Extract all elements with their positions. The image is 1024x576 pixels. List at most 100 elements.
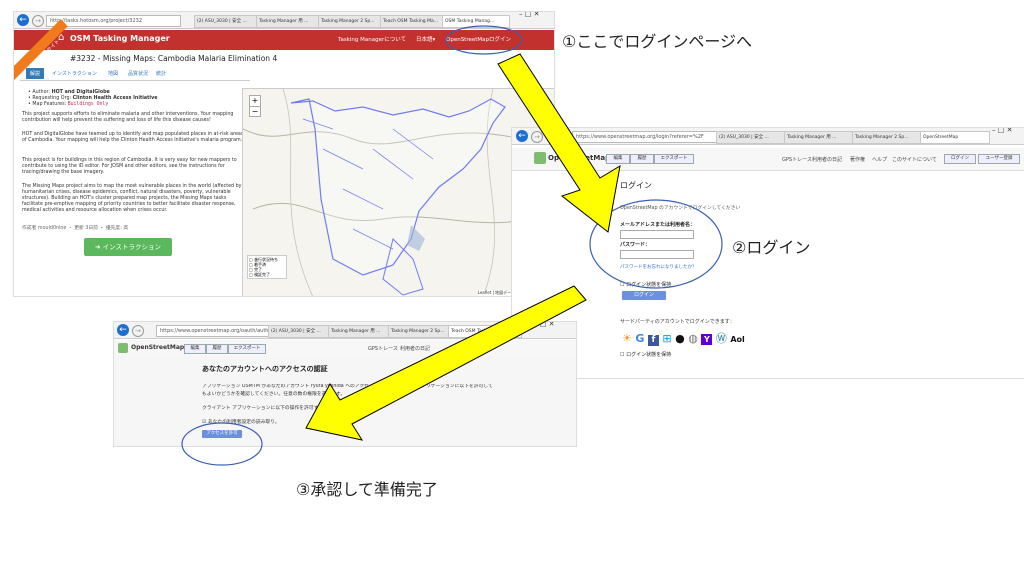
project-meta: • Author: HOT and DigitalGlobe • Request… (28, 90, 157, 108)
header-link[interactable]: このサイトについて (892, 156, 937, 163)
osm-login-link[interactable]: OpenStreetMapログイン (446, 35, 511, 43)
osm-header: OpenStreetMap 編集 履歴 エクスポート GPSトレース 利用者の日… (114, 340, 576, 357)
zoom-control: + − (249, 95, 261, 117)
tab-description[interactable]: 解説 (26, 68, 45, 79)
browser-tab[interactable]: (2) ASU_3030 | 安全 ... (194, 15, 258, 28)
osm-logo-text[interactable]: OpenStreetMap (131, 344, 184, 351)
browser-tab[interactable]: Tasking Manager 2 Sp... (318, 15, 382, 28)
project-footer-meta: 作成者 mould0nine ・ 更新 3日前 ・ 優先度: 高 (22, 226, 129, 231)
osm-logo-text[interactable]: OpenStreetMap (548, 154, 610, 162)
back-arrow-icon[interactable]: ← (17, 14, 29, 26)
nav-export[interactable]: エクスポート (228, 344, 266, 354)
windows-live-icon[interactable]: ⊞ (662, 332, 671, 345)
description-paragraph: This project supports efforts to elimina… (22, 112, 234, 123)
header-login-button[interactable]: ログイン (944, 154, 976, 164)
map-legend: ▢ 進行状況待ち ▢ 着手済 ▢ 完了 ▢ 検証完了 (247, 255, 287, 279)
browser-tab[interactable]: Tasking Manager 用 ... (328, 325, 390, 338)
nav-edit[interactable]: 編集 (184, 344, 206, 354)
back-arrow-icon[interactable]: ← (117, 324, 129, 336)
github-icon[interactable]: ● (675, 332, 685, 345)
zoom-in-icon[interactable]: + (250, 96, 260, 106)
yahoo-icon[interactable]: Y (701, 334, 713, 345)
browser-tab[interactable]: (2) ASU_3030 | 安全 ... (268, 325, 330, 338)
browser-tab-active[interactable]: OpenStreetMap (920, 131, 990, 144)
address-bar[interactable]: https://www.openstreetmap.org/login?refe… (572, 131, 717, 143)
browser-tab[interactable]: Tasking Manager 用 ... (784, 131, 854, 144)
browser-tab-active[interactable]: OSM Tasking Manag... (442, 15, 510, 28)
facebook-icon[interactable]: f (647, 335, 659, 346)
oauth-permissions-heading: クライアント アプリケーションに以下の操作を許可する： (202, 406, 328, 411)
back-arrow-icon[interactable]: ← (516, 130, 528, 142)
legend-item: ▢ 検証完了 (249, 272, 271, 277)
wikipedia-icon[interactable]: ◍ (688, 332, 698, 345)
tab-instructions[interactable]: インストラクション (52, 70, 97, 77)
grant-access-button[interactable]: アクセスを許可 (202, 430, 242, 438)
browser-tab[interactable]: Teach OSM Tasking Ma... (380, 15, 444, 28)
permission-checkbox[interactable]: ☑ あなたの利用者設定の読み取り。 (202, 418, 280, 425)
wordpress-icon[interactable]: Ⓦ (716, 332, 727, 345)
step2-caption: ②ログイン (732, 238, 811, 257)
instruction-button[interactable]: ➜ インストラクション (84, 238, 172, 256)
login-title: ログイン (620, 181, 652, 190)
browser-tab[interactable]: Tasking Manager 用 ... (256, 15, 320, 28)
oauth-description: もよいかどうかを確認してください。任意の数の権限を選べます。 (202, 392, 346, 397)
nav-history[interactable]: 履歴 (206, 344, 228, 354)
header-link[interactable]: 利用者の日記 (812, 156, 842, 163)
tab-map[interactable]: 地図 (108, 70, 118, 77)
description-paragraph: The Missing Maps project aims to map the… (22, 184, 242, 213)
window-controls-icon[interactable]: – □ ✕ (534, 322, 554, 328)
google-icon[interactable]: G (635, 332, 644, 345)
instruction-button-label: インストラクション (102, 243, 161, 251)
language-select[interactable]: 日本語▾ (416, 35, 435, 43)
email-label: メールアドレスまたは利用者名： (620, 222, 696, 228)
login-subtitle: OpenStreetMap のアカウントでログインしてください (620, 206, 741, 211)
project-tabs: 解説 インストラクション 地図 品質状況 統計 (20, 68, 250, 81)
nav-history[interactable]: 履歴 (630, 154, 654, 164)
step3-caption: ③承認して準備完了 (296, 480, 438, 499)
header-link[interactable]: GPSトレース (782, 156, 812, 163)
remember-me-checkbox-2[interactable]: ☐ ログイン状態を保持 (620, 351, 671, 358)
address-bar[interactable]: https://www.openstreetmap.org/oauth/auth… (156, 325, 269, 337)
tasking-manager-screenshot: ← → http://tasks.hotosm.org/project/3232… (14, 12, 554, 296)
password-field[interactable] (620, 250, 694, 259)
arrow-right-icon: ➜ (95, 243, 101, 251)
oauth-title: あなたのアカウントへのアクセスの認証 (202, 365, 328, 373)
window-controls-icon[interactable]: – □ ✕ (519, 12, 539, 18)
header-signup-button[interactable]: ユーザー登録 (978, 154, 1020, 164)
header-link[interactable]: ヘルプ (872, 156, 887, 163)
forgot-password-link[interactable]: パスワードをお忘れになりましたか？ (620, 264, 697, 270)
tm-header: ⌂ OSM Tasking Manager Tasking Managerについ… (14, 30, 554, 50)
header-link[interactable]: GPSトレース (368, 345, 398, 352)
window-controls-icon[interactable]: – □ ✕ (992, 128, 1012, 134)
header-link-about[interactable]: Tasking Managerについて (338, 35, 406, 43)
tab-quality[interactable]: 品質状況 (128, 70, 148, 77)
osm-logo-icon (118, 343, 128, 353)
browser-toolbar: ← → https://www.openstreetmap.org/oauth/… (114, 322, 576, 339)
nav-edit[interactable]: 編集 (606, 154, 630, 164)
aol-icon[interactable]: Aol (730, 335, 744, 344)
browser-tab-active[interactable]: Teach OSM Tasking Ma... (448, 325, 522, 338)
project-map[interactable]: + − ▢ 進行状況待ち ▢ 着手済 ▢ 完了 ▢ 検証完了 Leaflet |… (242, 88, 554, 296)
email-field[interactable] (620, 230, 694, 239)
nav-export[interactable]: エクスポート (654, 154, 694, 164)
forward-arrow-icon[interactable]: → (32, 15, 44, 27)
browser-tab[interactable]: (2) ASU_3030 | 安全 ... (716, 131, 786, 144)
remember-me-label: ログイン状態を保持 (626, 282, 672, 288)
project-title: #3232 - Missing Maps: Cambodia Malaria E… (70, 54, 278, 63)
remember-me-checkbox[interactable]: ☐ ログイン状態を保持 (620, 281, 671, 288)
browser-tab[interactable]: Tasking Manager 2 Sp... (852, 131, 922, 144)
osm-oauth-screenshot: ← → https://www.openstreetmap.org/oauth/… (114, 322, 576, 446)
forward-arrow-icon[interactable]: → (132, 325, 144, 337)
password-label: パスワード： (620, 242, 651, 248)
login-submit-button[interactable]: ログイン (622, 291, 666, 300)
forward-arrow-icon[interactable]: → (531, 131, 543, 143)
header-link[interactable]: 利用者の日記 (400, 345, 430, 352)
tab-stats[interactable]: 統計 (156, 70, 166, 77)
browser-tab[interactable]: Tasking Manager 2 Sp... (388, 325, 450, 338)
remember-me-label-2: ログイン状態を保持 (626, 352, 672, 358)
tm-logo[interactable]: OSM Tasking Manager (70, 34, 170, 43)
openid-icon[interactable]: ☀ (622, 332, 632, 345)
description-paragraph: HOT and DigitalGlobe have teamed up to i… (22, 132, 244, 143)
header-link[interactable]: 著作権 (850, 156, 865, 163)
zoom-out-icon[interactable]: − (250, 106, 260, 117)
